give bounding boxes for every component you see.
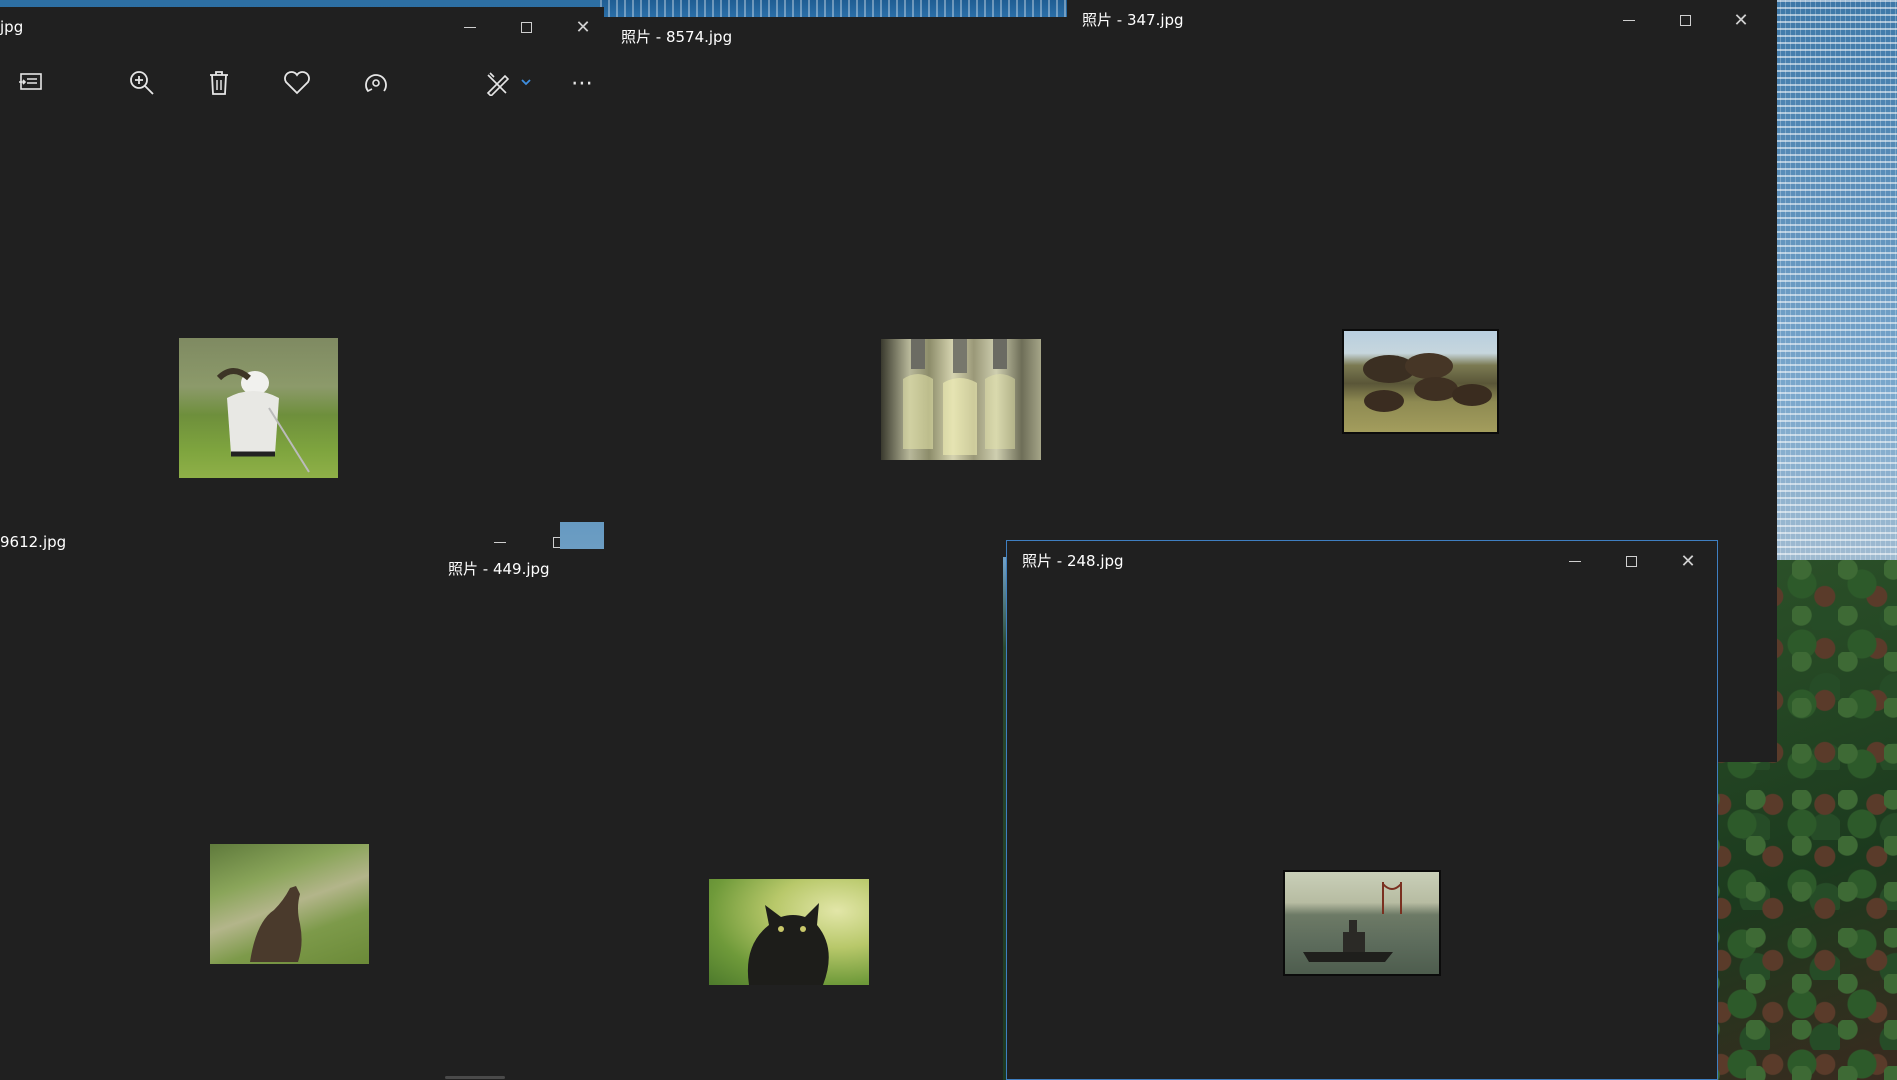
chevron-down-icon xyxy=(521,79,531,86)
photo-lynx xyxy=(210,844,369,964)
rotate-icon xyxy=(365,74,387,93)
favorite-button[interactable] xyxy=(275,61,319,105)
golfer-icon xyxy=(216,368,310,473)
close-button[interactable]: ✕ xyxy=(555,7,604,47)
photo-bison xyxy=(1342,329,1499,434)
photos-window-449: 照片 - 449.jpg xyxy=(433,549,1003,1080)
maximize-button[interactable] xyxy=(498,7,554,47)
photo-golfer xyxy=(179,338,338,478)
window-title: 9612.jpg xyxy=(0,533,67,551)
rotate-button[interactable] xyxy=(354,61,398,105)
title-bar[interactable]: jpg ✕ xyxy=(0,7,604,47)
window-title: 照片 - 449.jpg xyxy=(448,560,550,578)
close-button[interactable]: ✕ xyxy=(1660,541,1716,581)
edit-create-icon xyxy=(486,72,510,96)
window-title: jpg xyxy=(0,18,24,36)
lynx-icon xyxy=(250,886,302,962)
cat-icon xyxy=(747,903,829,985)
heart-icon xyxy=(284,71,310,95)
ship-icon xyxy=(1303,882,1402,962)
title-bar[interactable]: 照片 - 8574.jpg xyxy=(604,17,1070,57)
title-bar[interactable]: 照片 - 347.jpg ✕ xyxy=(1067,0,1777,40)
window-title: 照片 - 8574.jpg xyxy=(621,28,733,46)
zoom-in-icon xyxy=(130,71,154,95)
slideshow-icon xyxy=(19,73,42,90)
photos-window-8574: 照片 - 8574.jpg xyxy=(604,17,1070,557)
scrollbar-thumb[interactable] xyxy=(445,1076,505,1079)
bottle-icon xyxy=(903,339,1015,455)
bison-icon xyxy=(1363,353,1492,412)
minimize-button[interactable] xyxy=(442,7,498,47)
close-button[interactable]: ✕ xyxy=(1713,0,1769,40)
minimize-button[interactable] xyxy=(1601,0,1657,40)
photos-window-248: 照片 - 248.jpg ✕ xyxy=(1006,540,1718,1080)
title-bar[interactable]: 照片 - 449.jpg xyxy=(433,549,1003,589)
more-button[interactable]: ⋯ xyxy=(560,61,604,105)
delete-button[interactable] xyxy=(197,61,241,105)
maximize-button[interactable] xyxy=(1603,541,1659,581)
zoom-button[interactable] xyxy=(120,61,164,105)
window-title: 照片 - 347.jpg xyxy=(1082,11,1184,29)
minimize-button[interactable] xyxy=(1547,541,1603,581)
slideshow-button[interactable] xyxy=(9,61,53,105)
photo-toolbar: ⋯ xyxy=(0,51,604,115)
trash-icon xyxy=(210,71,228,95)
photo-cat xyxy=(709,879,869,985)
photos-window-golfer: jpg ✕ ⋯ xyxy=(0,7,604,522)
title-bar[interactable]: 照片 - 248.jpg ✕ xyxy=(1007,541,1717,581)
photo-ship xyxy=(1283,870,1441,976)
maximize-button[interactable] xyxy=(1657,0,1713,40)
photo-glass-bottles xyxy=(881,339,1041,460)
window-title: 照片 - 248.jpg xyxy=(1022,552,1124,570)
edit-create-button[interactable] xyxy=(478,61,538,105)
desktop-wallpaper-sea xyxy=(1760,0,1897,560)
more-icon: ⋯ xyxy=(571,70,593,96)
